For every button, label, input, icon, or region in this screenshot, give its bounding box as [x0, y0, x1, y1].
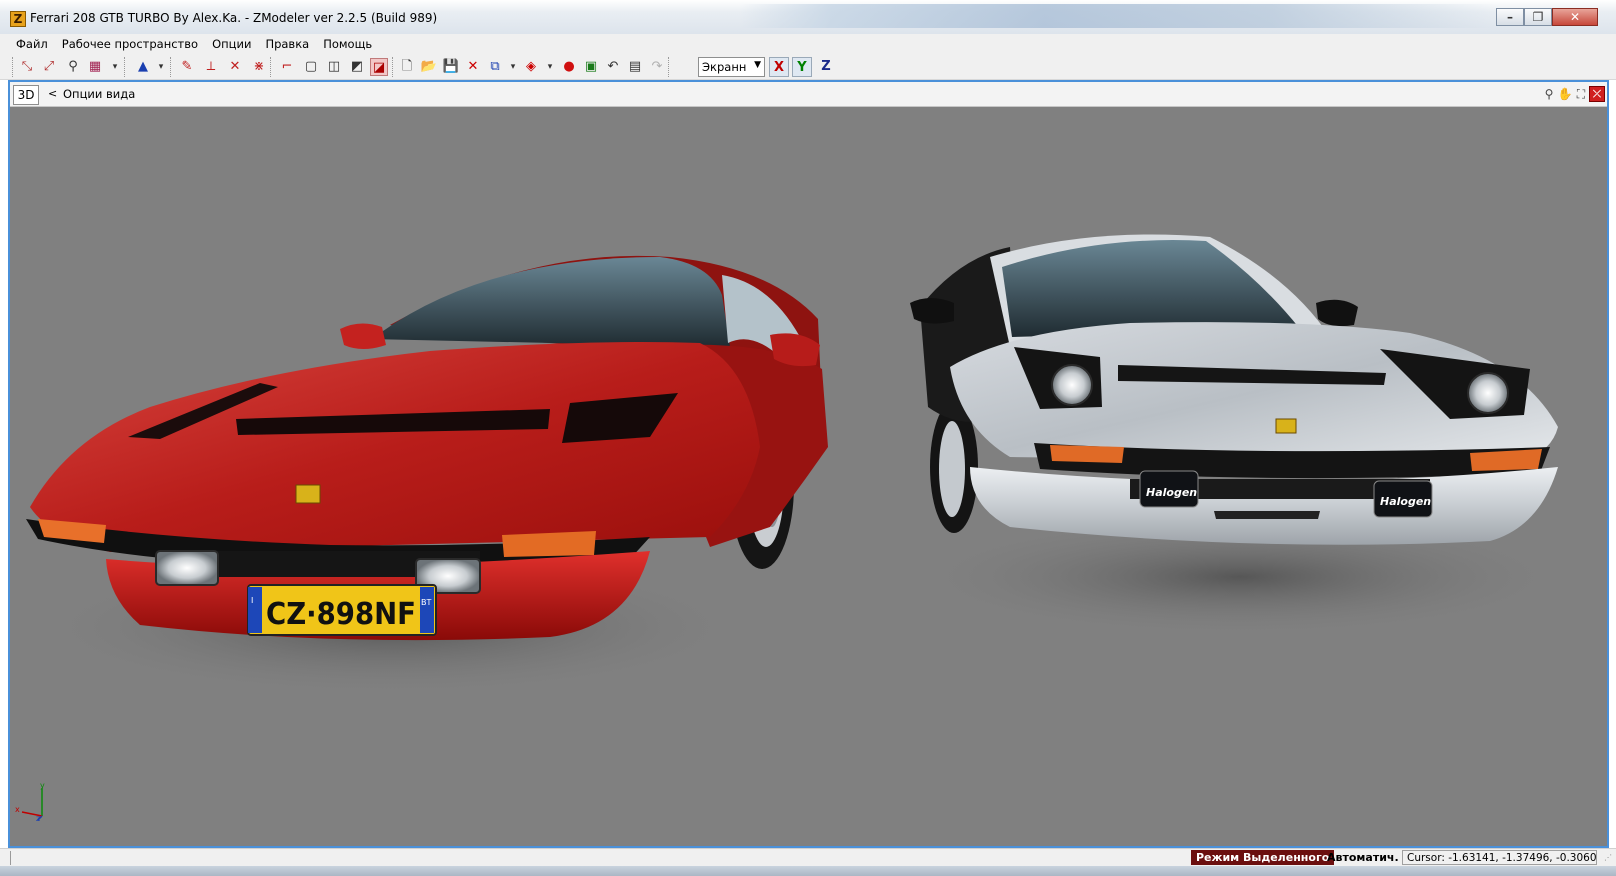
view-mode-select-value: Экранн	[702, 60, 747, 74]
window-title: Ferrari 208 GTB TURBO By Alex.Ka. - ZMod…	[30, 11, 438, 25]
select-vertex-icon[interactable]: ⤡	[18, 58, 36, 76]
copy-icon[interactable]: ⧉	[486, 58, 504, 76]
menu-options[interactable]: Опции	[208, 34, 259, 54]
edge-mode-icon[interactable]: ▢	[302, 58, 320, 76]
axis-y-toggle[interactable]: Y	[792, 57, 812, 77]
selection-mode-badge[interactable]: Режим Выделенного	[1191, 850, 1335, 865]
minimize-button[interactable]: –	[1496, 8, 1524, 26]
delete-icon[interactable]: ✕	[464, 58, 482, 76]
restore-button[interactable]: ❐	[1524, 8, 1552, 26]
scene-render: I CZ·898NF BT Halogen Halogen	[26, 234, 1570, 697]
close-button[interactable]: ✕	[1552, 8, 1598, 26]
cursor-coordinates: Cursor: -1.63141, -1.37496, -0.30606	[1402, 850, 1597, 865]
dropdown-arrow-icon[interactable]: ▾	[152, 58, 170, 76]
3d-viewport[interactable]: 3D < Опции вида ⚲ ✋ ⛶ ⤫ I CZ·898NF BT Ha…	[8, 80, 1609, 848]
viewport-back-button[interactable]: <	[48, 87, 57, 100]
material-icon[interactable]: ◈	[522, 58, 540, 76]
rotate-tool-icon[interactable]: ✕	[226, 58, 244, 76]
viewport-options-label[interactable]: Опции вида	[63, 87, 135, 101]
silver-car-left-badge: Halogen	[1146, 486, 1197, 499]
zmodeler-app-icon[interactable]: Z	[10, 11, 26, 27]
menu-workspace[interactable]: Рабочее пространство	[58, 34, 206, 54]
axis-x-toggle[interactable]: X	[769, 57, 789, 77]
scale-tool-icon[interactable]: ⋇	[250, 58, 268, 76]
undo-icon[interactable]: ↶	[604, 58, 622, 76]
gizmo-z-label: z	[36, 814, 40, 822]
toolbar-grip	[12, 57, 14, 77]
move-tool-icon[interactable]: ⟂	[202, 58, 220, 76]
redo-icon[interactable]: ↷	[648, 58, 666, 76]
dropdown-arrow-icon[interactable]: ▾	[504, 58, 522, 76]
face-mode-icon[interactable]: ◫	[325, 58, 343, 76]
red-car-plate-text: CZ·898NF	[266, 597, 416, 632]
menu-bar: Файл Рабочее пространство Опции Правка П…	[0, 34, 1616, 54]
taskbar-strip	[0, 866, 1616, 876]
pyramid-tool-icon[interactable]: ▲	[134, 58, 152, 76]
toolbar-separator	[270, 57, 272, 77]
axis-z-toggle[interactable]: Z	[816, 57, 836, 77]
pan-hand-icon[interactable]: ✋	[1557, 86, 1573, 102]
chevron-down-icon: ▼	[754, 60, 761, 70]
maximize-viewport-icon[interactable]: ⛶	[1573, 86, 1589, 102]
toolbar-separator	[668, 57, 670, 77]
axis-gizmo: y x z	[15, 782, 45, 822]
select-edge-icon[interactable]: ⤢	[40, 58, 58, 76]
texture-icon[interactable]: ▣	[582, 58, 600, 76]
view-mode-select[interactable]: Экранн ▼	[698, 57, 765, 77]
properties-icon[interactable]: ▤	[626, 58, 644, 76]
silver-car-right-badge: Halogen	[1380, 495, 1431, 508]
titlebar-background-decoration	[740, 4, 1500, 28]
window-controls: – ❐ ✕	[1496, 8, 1598, 26]
status-bar: Режим Выделенного Автоматич. Cursor: -1.…	[0, 848, 1616, 866]
render-sphere-icon[interactable]: ●	[560, 58, 578, 76]
active-mode-icon[interactable]: ◪	[370, 58, 388, 76]
silver-ferrari-model: Halogen Halogen	[910, 234, 1570, 637]
object-mode-icon[interactable]: ◩	[348, 58, 366, 76]
dropdown-arrow-icon[interactable]: ▾	[541, 58, 559, 76]
red-ferrari-model: I CZ·898NF BT	[26, 255, 828, 697]
menu-help[interactable]: Помощь	[319, 34, 380, 54]
select-object-icon[interactable]: ⚲	[64, 58, 82, 76]
toolbar-separator	[392, 57, 394, 77]
select-group-icon[interactable]: ▦	[86, 58, 104, 76]
viewport-header: 3D < Опции вида ⚲ ✋ ⛶ ⤫	[10, 82, 1607, 107]
main-toolbar: ⤡ ⤢ ⚲ ▦ ▾ ▲ ▾ ✎ ⟂ ✕ ⋇ ⌐ ▢ ◫ ◩ ◪ 🗋 📂 💾 ✕ …	[0, 54, 1616, 80]
auto-mode-label[interactable]: Автоматич.	[1327, 851, 1399, 864]
resize-grip-icon[interactable]: ⋰	[1604, 853, 1612, 862]
paint-tool-icon[interactable]: ✎	[178, 58, 196, 76]
status-message-area	[10, 851, 1184, 865]
menu-file[interactable]: Файл	[12, 34, 56, 54]
red-car-plate-prefix: I	[251, 596, 253, 605]
vertex-mode-icon[interactable]: ⌐	[278, 58, 296, 76]
new-file-icon[interactable]: 🗋	[398, 58, 416, 76]
dropdown-arrow-icon[interactable]: ▾	[106, 58, 124, 76]
window-titlebar[interactable]: Z Ferrari 208 GTB TURBO By Alex.Ka. - ZM…	[0, 0, 1616, 34]
gizmo-x-label: x	[15, 805, 20, 814]
menu-edit[interactable]: Правка	[261, 34, 317, 54]
viewport-mode-button[interactable]: 3D	[13, 85, 39, 105]
gizmo-y-label: y	[40, 782, 45, 790]
toolbar-separator	[124, 57, 126, 77]
save-disk-icon[interactable]: 💾	[442, 58, 460, 76]
zoom-icon[interactable]: ⚲	[1541, 86, 1557, 102]
red-car-plate-suffix: BT	[421, 598, 431, 607]
open-folder-icon[interactable]: 📂	[420, 58, 438, 76]
toolbar-separator	[170, 57, 172, 77]
close-viewport-icon[interactable]: ⤫	[1589, 86, 1605, 102]
